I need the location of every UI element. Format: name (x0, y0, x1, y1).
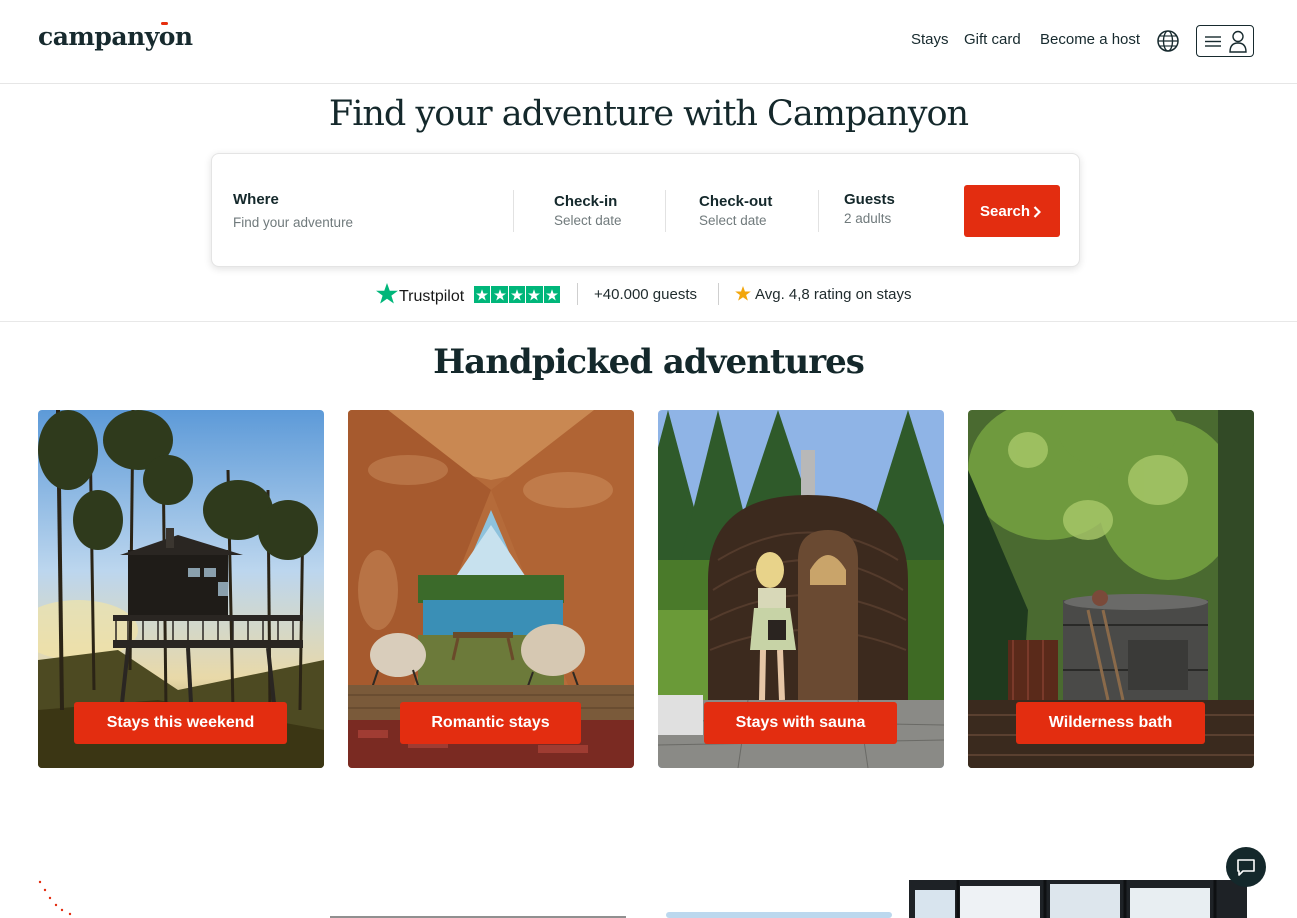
star-icon (545, 288, 558, 300)
checkin-label: Check-in (554, 193, 618, 210)
guests-field[interactable]: Guests 2 adults (819, 154, 954, 268)
where-input[interactable]: Find your adventure (233, 215, 353, 230)
section-title: Handpicked adventures (433, 342, 865, 382)
chat-button[interactable] (1226, 847, 1266, 887)
chevron-right-icon (1033, 206, 1041, 218)
card-stays-with-sauna[interactable]: Stays with sauna (658, 410, 944, 768)
search-panel: Where Find your adventure Check-in Selec… (211, 153, 1080, 267)
card-wilderness-bath[interactable]: Wilderness bath (968, 410, 1254, 768)
trust-bar: Trustpilot +40.000 guests Avg. 4,8 ratin… (0, 282, 1297, 310)
checkout-label: Check-out (699, 193, 773, 210)
logo-accent (161, 22, 168, 25)
site-header: campanyon Stays Gift card Become a host (0, 0, 1297, 84)
checkin-field[interactable]: Check-in Select date (514, 154, 665, 268)
checkout-value: Select date (699, 213, 767, 228)
nav-gift-card[interactable]: Gift card (964, 31, 1021, 48)
star-icon (493, 288, 506, 300)
where-field[interactable]: Where Find your adventure (212, 154, 512, 268)
account-menu-button[interactable] (1196, 25, 1254, 57)
decorative-preview (38, 880, 1247, 918)
rating-star-icon (735, 286, 751, 301)
where-label: Where (233, 191, 279, 208)
trust-divider (718, 283, 719, 305)
card-button[interactable]: Stays this weekend (74, 702, 287, 744)
search-button-label: Search (980, 203, 1031, 220)
card-button[interactable]: Romantic stays (400, 702, 581, 744)
card-romantic-stays[interactable]: Romantic stays (348, 410, 634, 768)
star-icon (476, 288, 489, 300)
guests-label: Guests (844, 191, 895, 208)
card-stays-this-weekend[interactable]: Stays this weekend (38, 410, 324, 768)
star-icon (528, 288, 541, 300)
nav-stays[interactable]: Stays (911, 31, 949, 48)
card-button[interactable]: Wilderness bath (1016, 702, 1205, 744)
user-icon (1229, 30, 1247, 53)
search-button[interactable]: Search (964, 185, 1060, 237)
campanyon-logo[interactable]: campanyon (38, 22, 193, 51)
next-section-preview (0, 860, 1297, 918)
star-icon (510, 288, 523, 300)
checkout-field[interactable]: Check-out Select date (666, 154, 818, 268)
checkin-value: Select date (554, 213, 622, 228)
chat-icon (1237, 859, 1255, 876)
average-rating: Avg. 4,8 rating on stays (755, 286, 912, 303)
guests-value: 2 adults (844, 211, 892, 226)
hamburger-icon (1205, 36, 1221, 47)
hero-title: Find your adventure with Campanyon (328, 94, 969, 134)
trust-divider (577, 283, 578, 305)
guests-count: +40.000 guests (594, 286, 698, 303)
trustpilot-rating-stars (474, 286, 560, 303)
nav-become-a-host[interactable]: Become a host (1040, 31, 1140, 48)
trustpilot-star-icon (376, 283, 398, 304)
globe-icon[interactable] (1157, 30, 1179, 52)
trustpilot-wordmark[interactable]: Trustpilot (399, 288, 464, 306)
card-button[interactable]: Stays with sauna (704, 702, 897, 744)
section-divider (0, 321, 1297, 322)
